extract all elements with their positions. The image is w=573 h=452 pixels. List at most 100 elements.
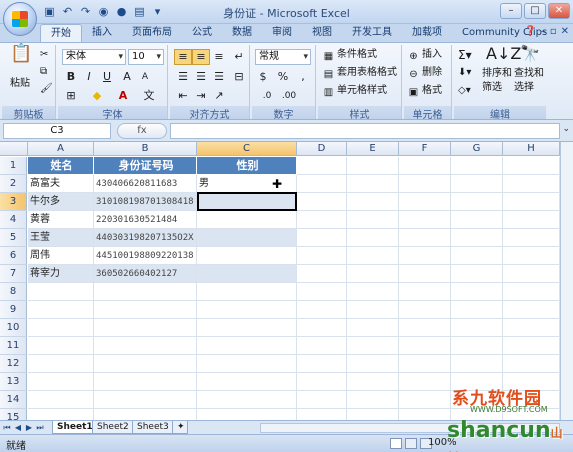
- italic-button[interactable]: I: [80, 69, 98, 85]
- empty-cell[interactable]: [297, 229, 347, 247]
- row-header-14[interactable]: 14: [0, 391, 27, 409]
- next-sheet-icon[interactable]: ▶: [24, 422, 34, 434]
- bold-button[interactable]: B: [62, 69, 80, 85]
- empty-cell[interactable]: [399, 247, 451, 265]
- empty-cell[interactable]: [28, 355, 94, 373]
- conditional-format-button[interactable]: ▦ 条件格式: [322, 48, 377, 63]
- empty-cell[interactable]: [297, 247, 347, 265]
- currency-icon[interactable]: $: [254, 69, 272, 85]
- increase-indent-icon[interactable]: ⇥: [192, 88, 210, 104]
- paste-button[interactable]: 粘贴: [10, 77, 30, 91]
- table-cell[interactable]: 360502660402127: [94, 265, 197, 283]
- empty-cell[interactable]: [503, 229, 560, 247]
- fill-icon[interactable]: ⬇▾: [458, 66, 471, 80]
- align-center-icon[interactable]: ☰: [192, 69, 210, 85]
- empty-cell[interactable]: [347, 337, 399, 355]
- empty-cell[interactable]: [451, 157, 503, 175]
- table-cell[interactable]: 430406620811683: [94, 175, 197, 193]
- merge-center-icon[interactable]: ⊟: [230, 69, 248, 85]
- table-cell[interactable]: 445100198809220138: [94, 247, 197, 265]
- empty-cell[interactable]: [347, 301, 399, 319]
- table-cell[interactable]: 王莹: [28, 229, 94, 247]
- ribbon-close-icon[interactable]: ✕: [561, 26, 569, 37]
- row-header-9[interactable]: 9: [0, 301, 27, 319]
- column-header-f[interactable]: F: [399, 142, 451, 156]
- empty-cell[interactable]: [399, 373, 451, 391]
- empty-cell[interactable]: [451, 175, 503, 193]
- empty-cell[interactable]: [503, 319, 560, 337]
- empty-cell[interactable]: [399, 355, 451, 373]
- empty-cell[interactable]: [503, 247, 560, 265]
- tab-page-layout[interactable]: 页面布局: [122, 24, 182, 42]
- empty-cell[interactable]: [503, 283, 560, 301]
- empty-cell[interactable]: [451, 211, 503, 229]
- empty-cell[interactable]: [28, 373, 94, 391]
- empty-cell[interactable]: [297, 175, 347, 193]
- copy-icon[interactable]: ⧉: [40, 65, 47, 79]
- tab-insert[interactable]: 插入: [82, 24, 122, 42]
- empty-cell[interactable]: [399, 175, 451, 193]
- table-cell[interactable]: 高富夫: [28, 175, 94, 193]
- tab-addins[interactable]: 加载项: [402, 24, 452, 42]
- empty-cell[interactable]: [197, 373, 297, 391]
- empty-cell[interactable]: [347, 283, 399, 301]
- shrink-font-icon[interactable]: A: [136, 69, 154, 85]
- increase-decimal-icon[interactable]: .0: [258, 88, 276, 104]
- help-icon[interactable]: ❓: [524, 26, 536, 37]
- empty-cell[interactable]: [503, 355, 560, 373]
- wrap-text-icon[interactable]: ↵: [230, 49, 248, 65]
- empty-cell[interactable]: [451, 319, 503, 337]
- column-header-h[interactable]: H: [503, 142, 560, 156]
- empty-cell[interactable]: [503, 157, 560, 175]
- empty-cell[interactable]: [347, 247, 399, 265]
- close-button[interactable]: ✕: [548, 3, 570, 19]
- fill-color-icon[interactable]: ◆: [88, 88, 106, 104]
- delete-cells-button[interactable]: ⊖ 删除: [407, 66, 442, 81]
- comma-icon[interactable]: ,: [294, 69, 312, 85]
- empty-cell[interactable]: [94, 355, 197, 373]
- align-top-icon[interactable]: ≡: [174, 49, 192, 65]
- align-middle-icon[interactable]: ≡: [192, 49, 210, 65]
- cut-icon[interactable]: ✂: [40, 48, 48, 62]
- decrease-decimal-icon[interactable]: .00: [280, 88, 298, 104]
- table-cell[interactable]: 牛尔多: [28, 193, 94, 211]
- empty-cell[interactable]: [297, 337, 347, 355]
- grow-font-icon[interactable]: A: [118, 69, 136, 85]
- empty-cell[interactable]: [399, 301, 451, 319]
- empty-cell[interactable]: [94, 391, 197, 409]
- empty-cell[interactable]: [347, 319, 399, 337]
- tab-developer[interactable]: 开发工具: [342, 24, 402, 42]
- empty-cell[interactable]: [399, 229, 451, 247]
- empty-cell[interactable]: [399, 211, 451, 229]
- empty-cell[interactable]: [197, 355, 297, 373]
- empty-cell[interactable]: [399, 337, 451, 355]
- page-layout-view-icon[interactable]: [405, 438, 417, 449]
- table-cell[interactable]: 310108198701308418: [94, 193, 197, 211]
- font-name-combo[interactable]: 宋体: [62, 49, 126, 65]
- active-cell-c3[interactable]: [197, 192, 297, 211]
- row-header-3[interactable]: 3: [0, 193, 27, 211]
- empty-cell[interactable]: [297, 373, 347, 391]
- tab-view[interactable]: 视图: [302, 24, 342, 42]
- column-header-c[interactable]: C: [197, 142, 297, 156]
- empty-cell[interactable]: [347, 193, 399, 211]
- empty-cell[interactable]: [197, 283, 297, 301]
- empty-cell[interactable]: [297, 193, 347, 211]
- row-header-10[interactable]: 10: [0, 319, 27, 337]
- empty-cell[interactable]: [347, 211, 399, 229]
- empty-cell[interactable]: [399, 409, 451, 420]
- table-cell[interactable]: [197, 265, 297, 283]
- sort-filter-label[interactable]: 排序和: [482, 67, 512, 81]
- tab-data[interactable]: 数据: [222, 24, 262, 42]
- empty-cell[interactable]: [399, 391, 451, 409]
- find-select-icon[interactable]: 🔭: [520, 46, 540, 62]
- phonetic-icon[interactable]: 文: [140, 88, 158, 104]
- empty-cell[interactable]: [451, 247, 503, 265]
- empty-cell[interactable]: [94, 301, 197, 319]
- empty-cell[interactable]: [347, 391, 399, 409]
- empty-cell[interactable]: [399, 319, 451, 337]
- empty-cell[interactable]: [297, 265, 347, 283]
- first-sheet-icon[interactable]: ⏮: [2, 422, 12, 434]
- font-size-combo[interactable]: 10: [128, 49, 164, 65]
- empty-cell[interactable]: [503, 193, 560, 211]
